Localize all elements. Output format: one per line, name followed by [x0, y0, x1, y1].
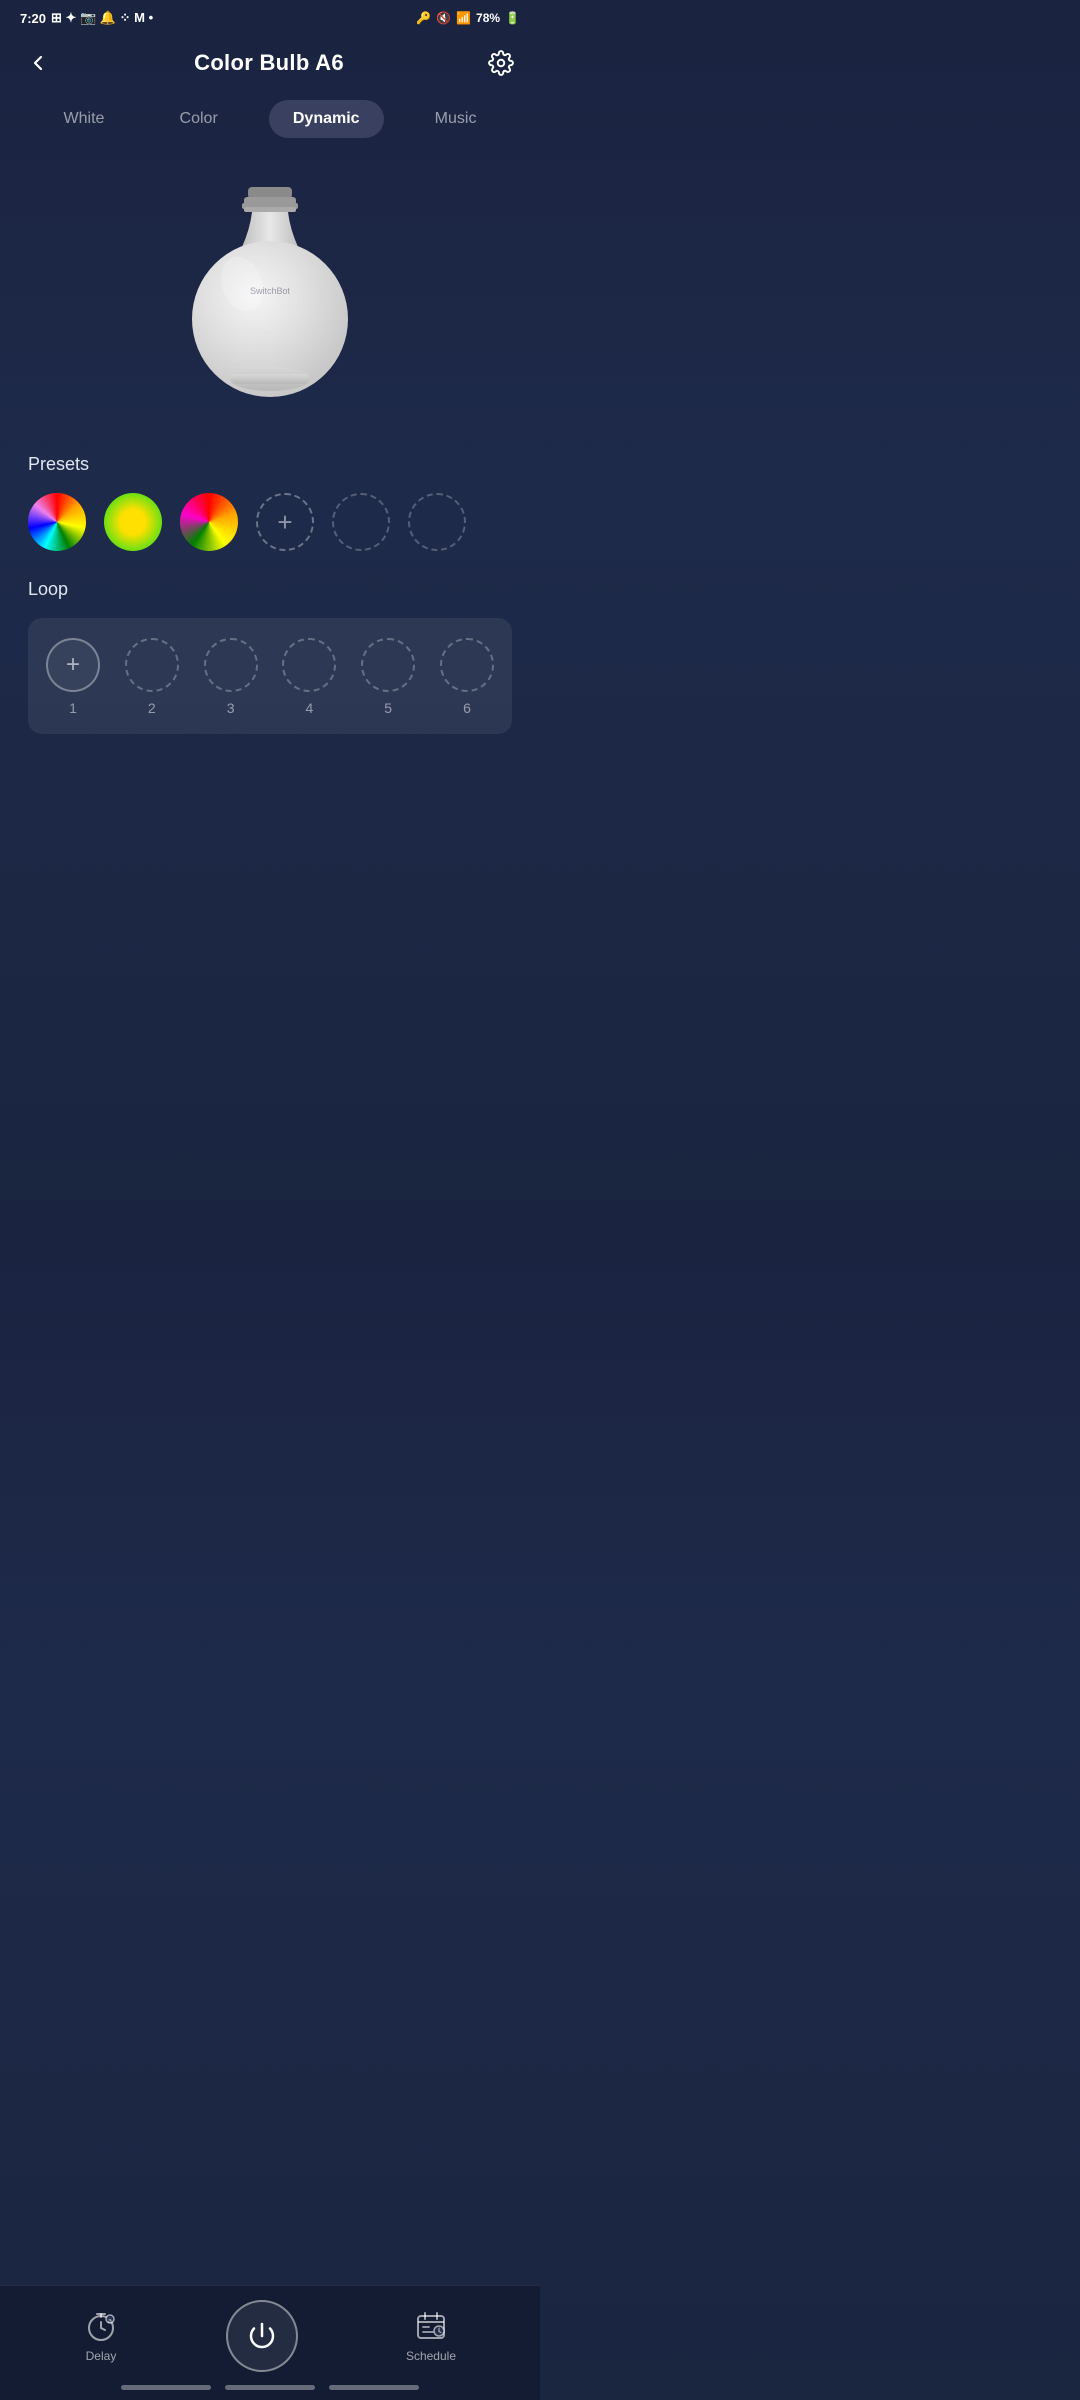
presets-row: + [28, 493, 512, 551]
schedule-label: Schedule [406, 2349, 456, 2363]
loop-slot-6[interactable] [440, 638, 494, 692]
tab-music[interactable]: Music [411, 100, 501, 138]
power-button[interactable] [226, 2300, 298, 2372]
preset-2[interactable] [104, 493, 162, 551]
gesture-bar [0, 2385, 540, 2390]
tab-white[interactable]: White [40, 100, 129, 138]
loop-box: + 1 2 3 4 5 6 [28, 618, 512, 734]
gesture-pill-2 [225, 2385, 315, 2390]
battery-text: 78% [476, 11, 500, 25]
status-time: 7:20 [20, 11, 46, 26]
loop-slot-num-1: 1 [69, 700, 77, 716]
loop-item-4: 4 [282, 638, 336, 716]
back-button[interactable] [22, 47, 54, 79]
loop-add-button[interactable]: + [46, 638, 100, 692]
loop-item-5: 5 [361, 638, 415, 716]
tab-dynamic[interactable]: Dynamic [269, 100, 384, 138]
loop-item-1: + 1 [46, 638, 100, 716]
loop-slot-3[interactable] [204, 638, 258, 692]
gesture-pill-1 [121, 2385, 211, 2390]
loop-slot-num-5: 5 [384, 700, 392, 716]
bulb-image: SwitchBot [170, 179, 370, 419]
loop-item-2: 2 [125, 638, 179, 716]
preset-3[interactable] [180, 493, 238, 551]
delay-label: Delay [86, 2349, 117, 2363]
gesture-pill-3 [329, 2385, 419, 2390]
status-right: 🔑 🔇 📶 78% 🔋 [416, 11, 520, 25]
loop-item-3: 3 [204, 638, 258, 716]
loop-slot-num-4: 4 [305, 700, 313, 716]
tabs-row: White Color Dynamic Music [10, 94, 530, 144]
settings-button[interactable] [484, 46, 518, 80]
status-icons: ⊞ ✦ 📷 🔔 ⁘ M • [51, 10, 153, 26]
loop-slot-5[interactable] [361, 638, 415, 692]
delay-button[interactable]: a Delay [84, 2309, 118, 2363]
loop-title: Loop [28, 579, 512, 600]
schedule-button[interactable]: Schedule [406, 2309, 456, 2363]
bulb-container: SwitchBot [0, 144, 540, 444]
presets-title: Presets [28, 454, 512, 475]
presets-section: Presets + [0, 444, 540, 551]
loop-section: Loop + 1 2 3 4 5 6 [12, 579, 528, 734]
status-left: 7:20 ⊞ ✦ 📷 🔔 ⁘ M • [20, 10, 153, 26]
loop-item-6: 6 [440, 638, 494, 716]
key-icon: 🔑 [416, 11, 431, 25]
status-bar: 7:20 ⊞ ✦ 📷 🔔 ⁘ M • 🔑 🔇 📶 78% 🔋 [0, 0, 540, 36]
preset-1[interactable] [28, 493, 86, 551]
mute-icon: 🔇 [436, 11, 451, 25]
preset-add-button[interactable]: + [256, 493, 314, 551]
loop-slot-num-3: 3 [227, 700, 235, 716]
svg-text:a: a [108, 2318, 112, 2325]
loop-slot-4[interactable] [282, 638, 336, 692]
loop-slot-num-6: 6 [463, 700, 471, 716]
wifi-icon: 📶 [456, 11, 471, 25]
svg-text:SwitchBot: SwitchBot [250, 286, 291, 296]
preset-empty-1 [332, 493, 390, 551]
bottom-bar: a Delay Schedule [0, 2285, 540, 2400]
header: Color Bulb A6 [0, 36, 540, 94]
page-title: Color Bulb A6 [194, 50, 344, 76]
loop-slot-2[interactable] [125, 638, 179, 692]
battery-icon: 🔋 [505, 11, 520, 25]
preset-empty-2 [408, 493, 466, 551]
tab-color[interactable]: Color [156, 100, 242, 138]
loop-slot-num-2: 2 [148, 700, 156, 716]
